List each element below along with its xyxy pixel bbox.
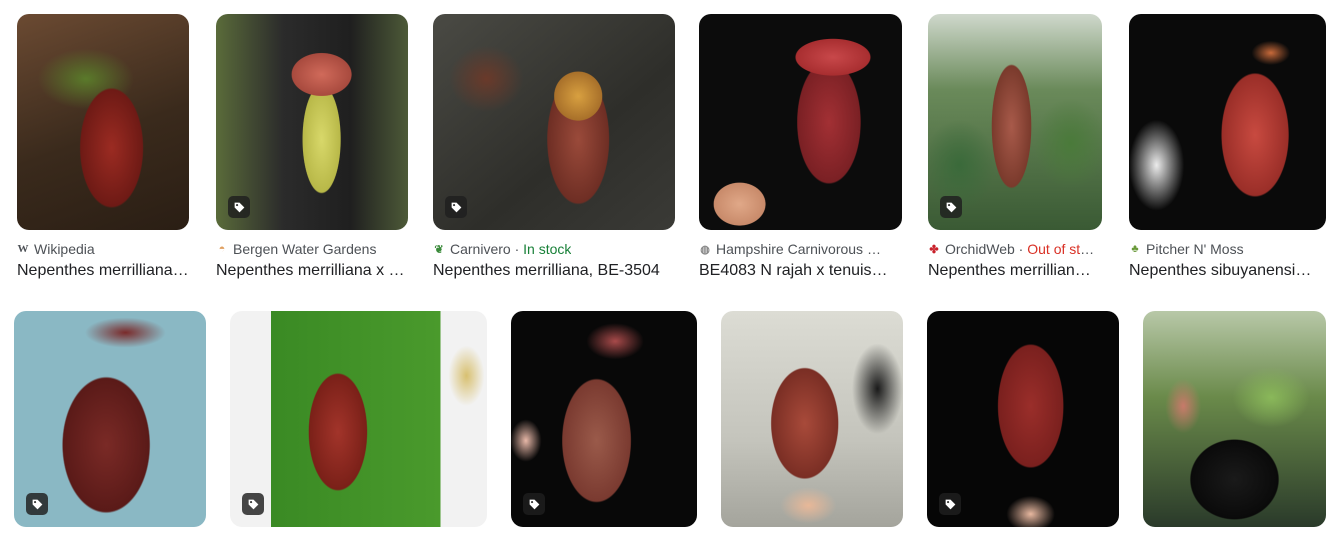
result-source[interactable]: ✤ OrchidWeb · Out of stock	[928, 241, 1096, 257]
pitchernmoss-icon: ♣	[1131, 243, 1139, 255]
image-result-card[interactable]: ◍ Hampshire Carnivorous Plants BE4083 N …	[699, 14, 902, 284]
price-tag-icon	[228, 196, 250, 218]
image-result-card[interactable]: ❦ Carnivero · In stock Nepenthes merrill…	[433, 14, 675, 284]
price-tag-icon	[523, 493, 545, 515]
orchidweb-icon: ✤	[929, 243, 939, 256]
result-source[interactable]: ❦ Carnivero · In stock	[433, 241, 675, 257]
result-title[interactable]: Nepenthes merrilliana, BE-3504	[433, 262, 661, 280]
image-result-card[interactable]: ♣ Pitcher N' Moss Nepenthes sibuyanensis…	[1129, 14, 1326, 284]
carnivero-icon: ❦	[434, 243, 444, 256]
result-source[interactable]: W Wikipedia	[17, 241, 189, 257]
result-thumbnail[interactable]	[216, 14, 408, 230]
result-title[interactable]: BE4083 N rajah x tenuis x merrilliana	[699, 262, 891, 280]
wikipedia-icon: W	[17, 243, 29, 255]
price-tag-icon	[445, 196, 467, 218]
price-tag-icon	[940, 196, 962, 218]
result-thumbnail[interactable]	[511, 311, 697, 527]
result-thumbnail[interactable]	[928, 14, 1102, 230]
result-thumbnail[interactable]	[927, 311, 1119, 527]
result-source[interactable]: ♣ Pitcher N' Moss	[1129, 241, 1319, 257]
result-title[interactable]: Nepenthes merrilliana - Wikipedia	[17, 262, 189, 280]
result-thumbnail[interactable]	[17, 14, 189, 230]
result-source[interactable]: ◍ Hampshire Carnivorous Plants	[699, 241, 889, 257]
bergen-icon: ◓	[218, 243, 226, 255]
image-result-card[interactable]: ◓ Bergen Water Gardens Nepenthes merrill…	[216, 14, 408, 284]
result-thumbnail[interactable]	[433, 14, 675, 230]
price-tag-icon	[26, 493, 48, 515]
result-thumbnail[interactable]	[230, 311, 487, 527]
image-result-card[interactable]: W Wikipedia Nepenthes merrilliana - Wiki…	[17, 14, 189, 284]
result-title[interactable]: Nepenthes merrilliana (Pre-order)	[928, 262, 1098, 280]
result-thumbnail[interactable]	[699, 14, 902, 230]
result-thumbnail[interactable]	[14, 311, 206, 527]
result-thumbnail[interactable]	[721, 311, 903, 527]
stock-status: Out of stock	[1027, 241, 1096, 257]
result-title[interactable]: Nepenthes merrilliana x veitchii	[216, 262, 408, 280]
result-thumbnail[interactable]	[1143, 311, 1326, 527]
result-thumbnail[interactable]	[1129, 14, 1326, 230]
result-source[interactable]: ◓ Bergen Water Gardens	[216, 241, 408, 257]
stock-status: In stock	[523, 241, 572, 257]
price-tag-icon	[242, 493, 264, 515]
hampshire-icon: ◍	[700, 243, 710, 256]
price-tag-icon	[939, 493, 961, 515]
result-title[interactable]: Nepenthes sibuyanensis x merrilliana	[1129, 262, 1319, 280]
image-result-card[interactable]: ✤ OrchidWeb · Out of stock Nepenthes mer…	[928, 14, 1102, 284]
